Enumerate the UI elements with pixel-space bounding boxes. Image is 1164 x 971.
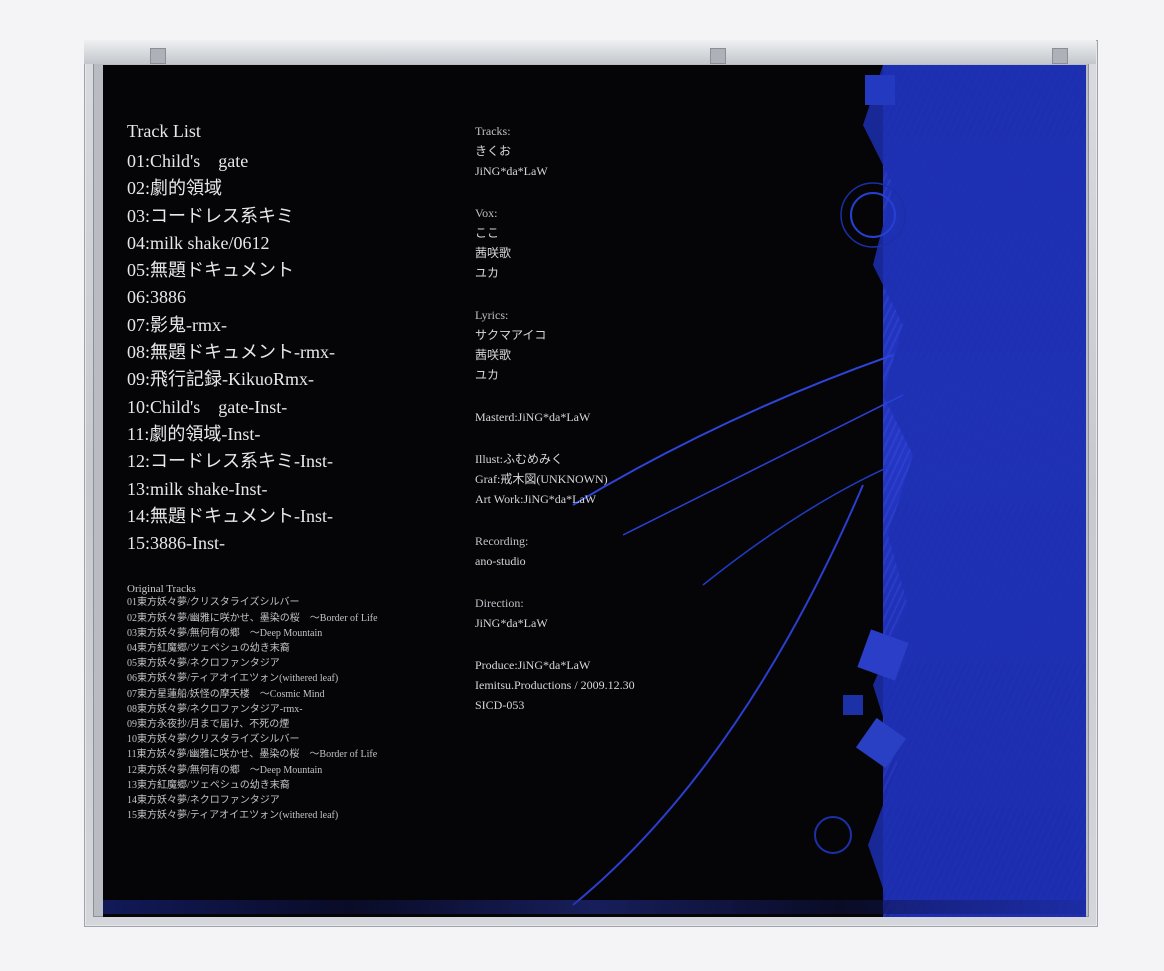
credit-name: ここ — [475, 226, 500, 240]
credit-label-date: Iemitsu.Productions / 2009.12.30 — [475, 678, 635, 692]
credit-name: 茜咲歌 — [475, 246, 512, 260]
original-track-line: 10東方妖々夢/クリスタライズシルバー — [127, 734, 300, 746]
track-item: 12:コードレス系キミ-Inst- — [127, 451, 333, 472]
track-item: 01:Child's gate — [127, 151, 249, 171]
original-track-line: 05東方妖々夢/ネクロファンタジア — [127, 658, 280, 670]
original-track-line: 11東方妖々夢/幽雅に咲かせ、墨染の桜 ～Border of Life — [127, 749, 378, 761]
credit-name: 茜咲歌 — [475, 348, 512, 362]
credits-label: Direction: — [475, 596, 524, 610]
credit-graf: Graf:戒木図(UNKNOWN) — [475, 472, 608, 486]
track-item: 08:無題ドキュメント-rmx- — [127, 342, 335, 363]
credit-name: JiNG*da*LaW — [475, 164, 548, 178]
track-item: 06:3886 — [127, 287, 187, 308]
credit-artwork: Art Work:JiNG*da*LaW — [475, 492, 597, 506]
case-hinge — [84, 40, 1096, 64]
original-track-line: 09東方永夜抄/月まで届け、不死の煙 — [127, 719, 290, 731]
original-track-line: 12東方妖々夢/無何有の郷 ～Deep Mountain — [127, 764, 323, 776]
original-track-line: 01東方妖々夢/クリスタライズシルバー — [127, 597, 300, 609]
original-track-line: 08東方妖々夢/ネクロファンタジア-rmx- — [127, 703, 303, 715]
credits-recording: Recording: ano-studio — [475, 531, 635, 571]
original-track-line: 13東方紅魔郷/ツェペシュの幼き末裔 — [127, 779, 290, 791]
credits-tracks: Tracks: きくお JiNG*da*LaW — [475, 121, 635, 181]
credit-name: ano-studio — [475, 554, 526, 568]
track-item: 14:無題ドキュメント-Inst- — [127, 505, 333, 526]
credits-vox: Vox: ここ 茜咲歌 ユカ — [475, 203, 635, 283]
spine-strip — [103, 900, 1086, 914]
credit-name: サクマアイコ — [475, 328, 547, 342]
track-item: 09:飛行記録-KikuoRmx- — [127, 369, 314, 390]
original-tracks-title: Original Tracks — [127, 583, 196, 596]
credit-produce: Produce:JiNG*da*LaW — [475, 658, 591, 672]
case-notch — [150, 48, 166, 64]
credits-label: Vox: — [475, 206, 498, 220]
credit-name: きくお — [475, 144, 512, 158]
credits-art: Illust:ふむめみく Graf:戒木図(UNKNOWN) Art Work:… — [475, 449, 635, 509]
credit-name: JiNG*da*LaW — [475, 616, 548, 630]
track-item: 11:劇的領域-Inst- — [127, 423, 261, 444]
credit-name: ユカ — [475, 368, 500, 382]
original-track-line: 15東方妖々夢/ティアオイエツォン(withered leaf) — [127, 810, 339, 822]
original-track-line: 03東方妖々夢/無何有の郷 ～Deep Mountain — [127, 627, 323, 639]
track-list-column: Track List 01:Child's gate 02:劇的領域 03:コー… — [127, 121, 378, 824]
track-item: 04:milk shake/0612 — [127, 232, 270, 253]
track-item: 02:劇的領域 — [127, 178, 223, 199]
case-notch — [710, 48, 726, 64]
track-item: 15:3886-Inst- — [127, 533, 225, 554]
credits-label: Lyrics: — [475, 308, 509, 322]
track-item: 13:milk shake-Inst- — [127, 478, 268, 499]
track-item: 10:Child's gate-Inst- — [127, 396, 288, 417]
original-track-line: 14東方妖々夢/ネクロファンタジア — [127, 795, 280, 807]
credits-produce: Produce:JiNG*da*LaW Iemitsu.Productions … — [475, 655, 635, 715]
credits-label: Tracks: — [475, 124, 511, 138]
track-item: 07:影鬼-rmx- — [127, 314, 227, 335]
credits-label: Recording: — [475, 534, 529, 548]
case-notch — [1052, 48, 1068, 64]
catalog-number: SICD-053 — [475, 698, 525, 712]
original-track-line: 02東方妖々夢/幽雅に咲かせ、墨染の桜 ～Border of Life — [127, 612, 378, 624]
original-track-line: 04東方紅魔郷/ツェペシュの幼き末裔 — [127, 643, 290, 655]
credit-illust: Illust:ふむめみく — [475, 452, 564, 466]
credits-lyrics: Lyrics: サクマアイコ 茜咲歌 ユカ — [475, 305, 635, 385]
credit-name: ユカ — [475, 266, 500, 280]
back-cover-sheet: Track List 01:Child's gate 02:劇的領域 03:コー… — [103, 65, 1086, 917]
credits-column: Tracks: きくお JiNG*da*LaW Vox: ここ 茜咲歌 ユカ L… — [475, 121, 635, 737]
credits-mastered: Masterd:JiNG*da*LaW — [475, 407, 635, 427]
track-item: 03:コードレス系キミ — [127, 205, 295, 226]
original-track-line: 06東方妖々夢/ティアオイエツォン(withered leaf) — [127, 673, 339, 685]
track-list-title: Track List — [127, 121, 201, 141]
track-item: 05:無題ドキュメント — [127, 260, 295, 281]
credits-direction: Direction: JiNG*da*LaW — [475, 593, 635, 633]
original-track-line: 07東方星蓮船/妖怪の摩天楼 ～Cosmic Mind — [127, 688, 325, 700]
credit-mastered: Masterd:JiNG*da*LaW — [475, 410, 591, 424]
